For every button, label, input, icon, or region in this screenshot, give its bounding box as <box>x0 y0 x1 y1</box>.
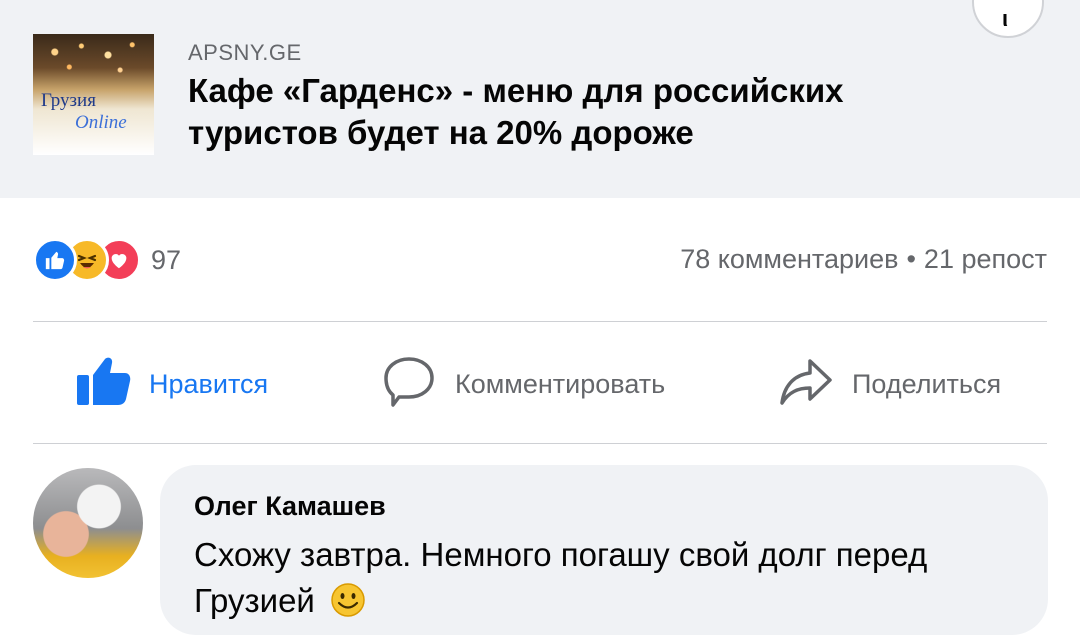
post-stats: 78 комментариев • 21 репост <box>680 244 1047 275</box>
like-icon <box>33 238 77 282</box>
comment-button[interactable]: Комментировать <box>381 356 665 412</box>
comment-label: Комментировать <box>455 368 666 399</box>
link-preview-card[interactable]: Грузия Online APSNY.GE Кафе «Гарденс» - … <box>0 0 1080 198</box>
shares-count[interactable]: 21 репост <box>924 244 1047 274</box>
comment-bubble-icon <box>381 353 437 416</box>
reaction-summary[interactable]: 97 <box>33 237 181 283</box>
smile-icon <box>330 582 366 630</box>
thumbs-up-icon <box>75 355 131 414</box>
reaction-count: 97 <box>151 244 182 275</box>
divider-bottom <box>33 443 1047 444</box>
thumbnail-subtitle: Online <box>75 112 127 133</box>
stats-separator: • <box>906 244 916 274</box>
comment-text: Схожу завтра. Немного погашу свой долг п… <box>194 532 994 630</box>
comment-author[interactable]: Олег Камашев <box>194 491 1014 522</box>
like-button[interactable]: Нравится <box>75 356 268 412</box>
menu-button[interactable]: ι <box>972 0 1044 38</box>
thumbnail-title: Грузия <box>41 90 96 111</box>
comments-count[interactable]: 78 комментариев <box>680 244 898 274</box>
share-label: Поделиться <box>852 368 1002 399</box>
link-headline[interactable]: Кафе «Гарденс» - меню для российских тур… <box>188 70 948 154</box>
share-button[interactable]: Поделиться <box>778 356 1001 412</box>
link-domain: APSNY.GE <box>188 40 302 65</box>
divider-top <box>33 321 1047 322</box>
comment-body: Схожу завтра. Немного погашу свой долг п… <box>194 536 928 619</box>
share-arrow-icon <box>778 353 834 416</box>
menu-icon: ι <box>1002 6 1009 31</box>
avatar[interactable] <box>33 468 143 578</box>
link-thumbnail: Грузия Online <box>33 34 154 155</box>
comment-bubble: Олег Камашев Схожу завтра. Немного погаш… <box>160 465 1048 635</box>
thumbnail-lights <box>33 34 154 94</box>
like-label: Нравится <box>149 368 269 399</box>
